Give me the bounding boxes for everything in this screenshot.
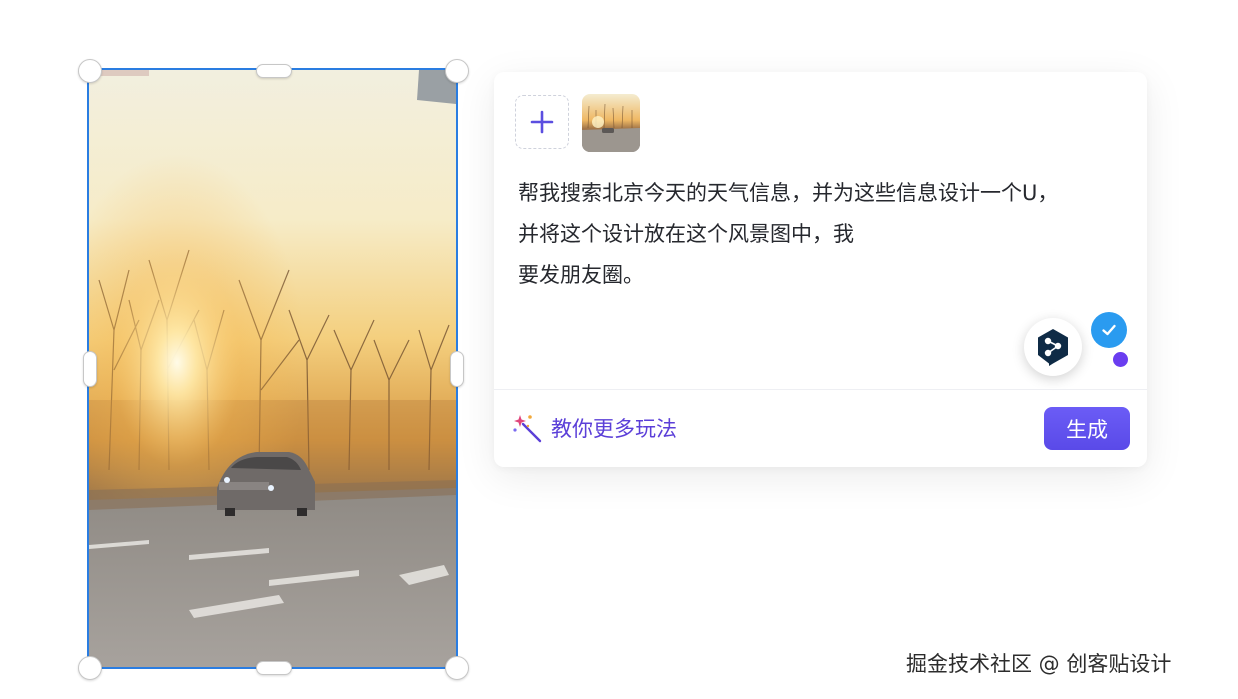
landscape-thumbnail-image (582, 94, 640, 152)
attachment-thumbnail[interactable] (582, 94, 640, 152)
resize-handle-bottom-right[interactable] (445, 656, 469, 680)
resize-handle-top-left[interactable] (78, 59, 102, 83)
plus-icon (530, 110, 554, 134)
prompt-line: 并将这个设计放在这个风景图中，我 (518, 222, 854, 246)
deepl-logo-icon (1038, 329, 1068, 366)
resize-handle-bottom-left[interactable] (78, 656, 102, 680)
add-image-button[interactable] (515, 95, 569, 149)
prompt-text[interactable]: 帮我搜索北京今天的天气信息，并为这些信息设计一个U， 并将这个设计放在这个风景图… (518, 173, 1118, 296)
status-badge (1091, 312, 1127, 348)
resize-handle-right[interactable] (450, 351, 464, 387)
sunset-road-photo (89, 70, 456, 667)
assistant-button[interactable] (1024, 318, 1082, 376)
watermark-text: 掘金技术社区 @ 创客贴设计 (906, 652, 1172, 676)
notification-dot (1113, 352, 1128, 367)
prompt-line: 要发朋友圈。 (518, 263, 644, 287)
selected-photo[interactable] (87, 68, 458, 669)
design-canvas: 帮我搜索北京今天的天气信息，并为这些信息设计一个U， 并将这个设计放在这个风景图… (0, 0, 1238, 699)
check-icon (1102, 324, 1116, 336)
resize-handle-top[interactable] (256, 64, 292, 78)
resize-handle-bottom[interactable] (256, 661, 292, 675)
resize-handle-left[interactable] (83, 351, 97, 387)
magic-wand-icon (513, 415, 542, 443)
generate-button[interactable]: 生成 (1044, 407, 1130, 450)
more-tips-label: 教你更多玩法 (551, 417, 677, 441)
ai-prompt-card: 帮我搜索北京今天的天气信息，并为这些信息设计一个U， 并将这个设计放在这个风景图… (494, 72, 1147, 467)
resize-handle-top-right[interactable] (445, 59, 469, 83)
more-tips-link[interactable]: 教你更多玩法 (511, 410, 677, 446)
card-divider (494, 389, 1147, 390)
prompt-line: 帮我搜索北京今天的天气信息，并为这些信息设计一个U， (518, 181, 1059, 205)
